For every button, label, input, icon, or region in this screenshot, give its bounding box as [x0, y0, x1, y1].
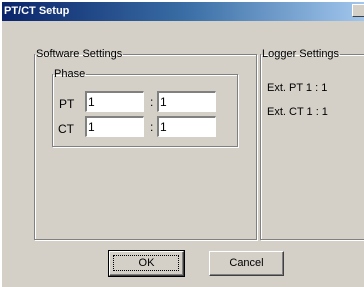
cancel-button[interactable]: Cancel	[209, 251, 284, 276]
ok-button[interactable]: OK	[108, 250, 185, 277]
ct-label: CT	[58, 122, 74, 136]
ct-separator: :	[150, 120, 154, 134]
logger-settings-legend: Logger Settings	[262, 48, 340, 60]
pt-ct-setup-dialog: PT/CT Setup Software Settings Phase PT :…	[1, 1, 364, 287]
pt-separator: :	[150, 95, 154, 109]
phase-legend: Phase	[54, 68, 86, 80]
ok-button-label: OK	[138, 257, 155, 269]
software-settings-legend: Software Settings	[36, 48, 123, 60]
ct-primary-input[interactable]	[85, 116, 144, 137]
ext-ct-ratio: Ext. CT 1 : 1	[267, 106, 328, 118]
ext-pt-ratio: Ext. PT 1 : 1	[267, 82, 328, 94]
cancel-button-label: Cancel	[229, 257, 264, 269]
pt-primary-input[interactable]	[85, 91, 144, 112]
ct-secondary-input[interactable]	[157, 116, 216, 137]
logger-settings-group: Logger Settings	[260, 48, 364, 240]
title-bar[interactable]: PT/CT Setup	[2, 2, 364, 21]
close-button[interactable]	[352, 4, 364, 17]
window-title: PT/CT Setup	[4, 5, 70, 17]
pt-secondary-input[interactable]	[157, 91, 216, 112]
pt-label: PT	[59, 97, 75, 111]
